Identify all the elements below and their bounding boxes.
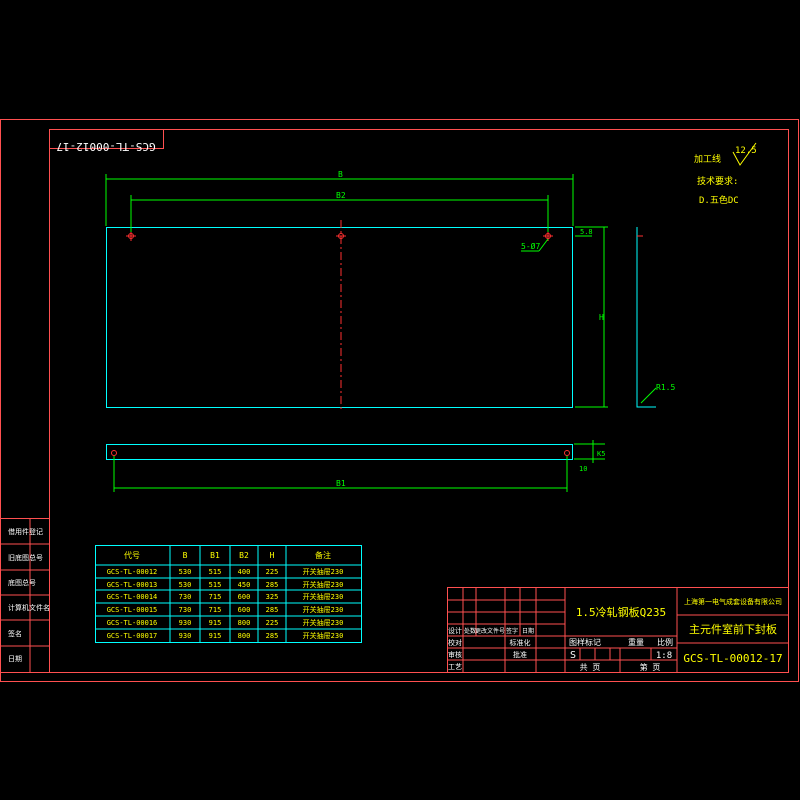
table-cell: 开关抽屉230 [303, 618, 344, 627]
total-sheets: 共 页 [580, 663, 601, 672]
side-label: 底图总号 [8, 578, 36, 587]
table-cell: 400 [238, 568, 251, 576]
drawing-number-rotated: GCS-TL-00012-17 [56, 140, 155, 153]
table-cell: 开关抽屉230 [303, 631, 344, 640]
table-cell: GCS-TL-00017 [107, 632, 158, 640]
table-header-cell: B1 [210, 551, 220, 560]
side-label: 旧底图总号 [8, 553, 43, 562]
table-cell: 开关抽屉230 [303, 592, 344, 601]
table-cell: 开关抽屉230 [303, 605, 344, 614]
hole-callout: 5-Ø7 [521, 241, 540, 251]
table-cell: 325 [266, 593, 279, 601]
table-cell: 730 [179, 593, 192, 601]
title-block-row-label: 审核 [448, 650, 462, 659]
table-cell: 225 [266, 568, 279, 576]
table-cell: 800 [238, 619, 251, 627]
title-block-col-label: 日期 [522, 627, 534, 635]
weight-label: 重量 [628, 637, 644, 647]
side-label: 签名 [8, 629, 22, 638]
table-cell: 开关抽屉230 [303, 580, 344, 589]
table-cell: 800 [238, 632, 251, 640]
approve-label: 批准 [513, 650, 527, 659]
dimension-k5-label: K5 [597, 450, 605, 458]
table-cell: GCS-TL-00016 [107, 619, 158, 627]
table-cell: 915 [209, 632, 222, 640]
sheet-number: 第 页 [640, 662, 661, 672]
table-cell: 285 [266, 581, 279, 589]
stage-mark: S [570, 650, 576, 661]
radius-label: R1.5 [656, 383, 675, 392]
roughness-value: 12.5 [735, 146, 757, 156]
dimension-d1-label: 5.8 [580, 228, 593, 236]
material-label: 1.5冷轧钢板Q235 [576, 605, 666, 619]
dimension-b-label: B [338, 170, 343, 179]
side-label: 计算机文件名 [8, 603, 50, 612]
side-label: 借用件登记 [8, 527, 43, 536]
table-cell: 285 [266, 632, 279, 640]
scale-value: 1:8 [656, 651, 672, 661]
table-cell: 600 [238, 606, 251, 614]
std-label: 标准化 [510, 638, 531, 647]
table-header-cell: 代号 [124, 550, 140, 560]
table-header-cell: 备注 [315, 550, 331, 560]
tech-requirements-label: 技术要求: [697, 175, 738, 187]
table-cell: GCS-TL-00015 [107, 606, 158, 614]
table-cell: 930 [179, 632, 192, 640]
table-cell: 530 [179, 568, 192, 576]
table-cell: GCS-TL-00012 [107, 568, 158, 576]
cad-drawing-canvas: GCS-TL-00012-17 加工线 12.5 技术要求: D.五色DC B … [0, 0, 800, 800]
table-header-cell: B2 [239, 551, 249, 560]
table-cell: GCS-TL-00014 [107, 593, 158, 601]
drawing-number: GCS-TL-00012-17 [683, 652, 782, 665]
title-block-row-label: 工艺 [448, 663, 462, 671]
processing-label: 加工线 [694, 153, 721, 165]
part-name: 主元件室前下封板 [689, 622, 777, 636]
table-cell: 515 [209, 568, 222, 576]
dimension-h-label: H [599, 313, 604, 322]
title-block-col-label: 更改文件号 [475, 627, 505, 635]
dimension-b1-label: B1 [336, 479, 346, 488]
stage-label: 图样标记 [569, 637, 601, 647]
tech-requirements-value: D.五色DC [699, 194, 739, 206]
dimension-10-label: 10 [579, 465, 587, 473]
table-cell: 530 [179, 581, 192, 589]
company-name: 上海第一电气成套设备有限公司 [684, 597, 782, 606]
table-header-cell: H [270, 551, 275, 560]
side-label: 日期 [8, 655, 22, 663]
title-block-col-label: 签字 [506, 627, 518, 635]
table-cell: 开关抽屉230 [303, 567, 344, 576]
table-cell: GCS-TL-00013 [107, 581, 158, 589]
table-cell: 715 [209, 593, 222, 601]
table-cell: 225 [266, 619, 279, 627]
table-cell: 515 [209, 581, 222, 589]
table-cell: 715 [209, 606, 222, 614]
scale-label: 比例 [657, 637, 673, 647]
table-cell: 930 [179, 619, 192, 627]
table-cell: 450 [238, 581, 251, 589]
dimension-b2-label: B2 [336, 191, 346, 200]
title-block-row-label: 校对 [448, 638, 462, 647]
table-cell: 915 [209, 619, 222, 627]
title-block-row-label: 设计 [448, 626, 462, 635]
table-cell: 730 [179, 606, 192, 614]
table-cell: 600 [238, 593, 251, 601]
table-cell: 285 [266, 606, 279, 614]
table-header-cell: B [183, 551, 188, 560]
